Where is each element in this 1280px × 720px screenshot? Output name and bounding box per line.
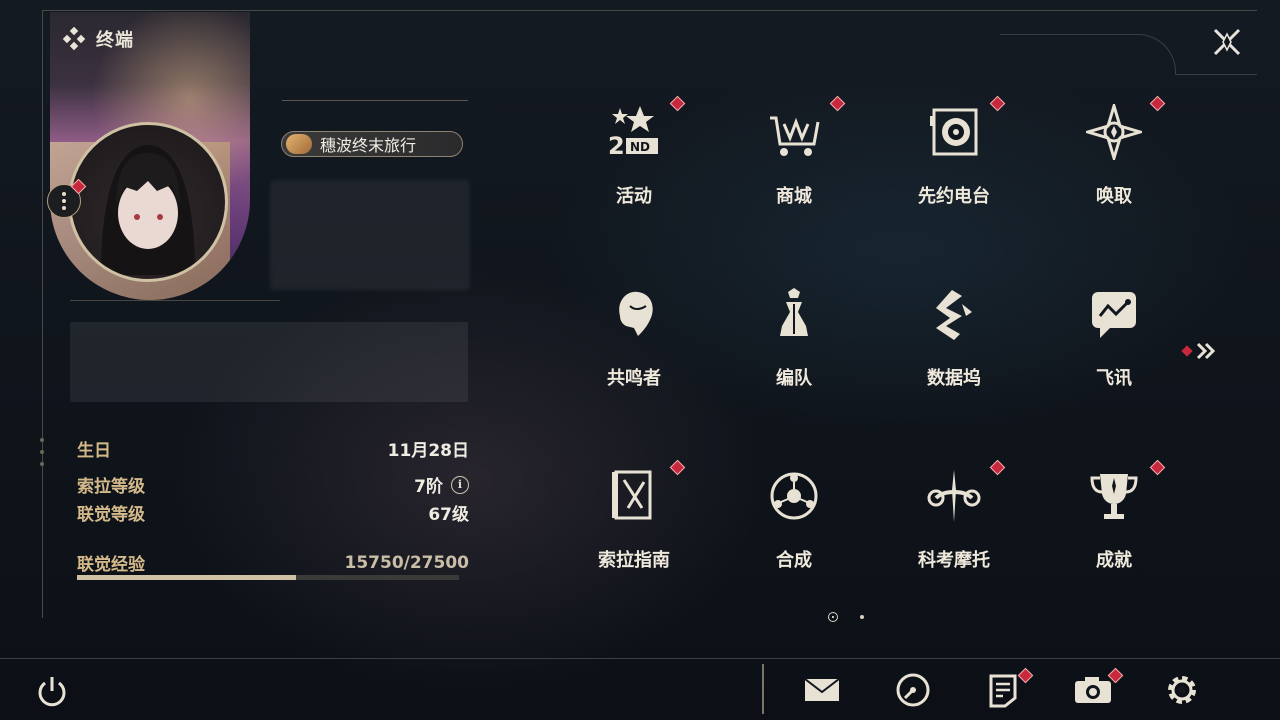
- next-page-button[interactable]: [1180, 340, 1220, 362]
- guide-book-icon: [612, 470, 652, 520]
- union-level-row: 联觉等级 67级: [77, 500, 469, 525]
- close-button[interactable]: [1207, 22, 1247, 62]
- grid-item-convene[interactable]: 唤取: [1054, 92, 1174, 232]
- notice-button[interactable]: [983, 667, 1034, 710]
- compass-star-icon: [1086, 104, 1142, 160]
- frame-top-line: [42, 10, 1257, 11]
- grid-item-team[interactable]: 编队: [734, 274, 854, 414]
- close-icon: [1213, 28, 1241, 56]
- motorbike-icon: [927, 470, 981, 522]
- trophy-icon: [1090, 474, 1138, 519]
- union-exp-row: 联觉经验 15750/27500: [77, 550, 470, 576]
- union-exp-progress-bar: [77, 575, 459, 580]
- notification-dot: [1149, 459, 1166, 476]
- grid-item-data-bank[interactable]: 数据坞: [894, 274, 1014, 414]
- radio-icon: [930, 108, 978, 156]
- player-name-redacted: [270, 180, 470, 290]
- grid-item-label: 飞讯: [1096, 368, 1132, 389]
- grid-item-resonators[interactable]: 共鸣者: [574, 274, 694, 414]
- grid-item-label: 商城: [776, 186, 812, 207]
- birthday-label: 生日: [77, 441, 111, 461]
- grid-item-expedition-moto[interactable]: 科考摩托: [894, 456, 1014, 596]
- divider: [282, 100, 468, 101]
- union-exp-value: 15750/27500: [344, 552, 470, 573]
- svg-text:2: 2: [608, 132, 625, 160]
- camera-button[interactable]: [1073, 667, 1124, 710]
- notification-dot: [829, 95, 846, 112]
- mail-button[interactable]: [802, 670, 842, 710]
- birthday-row: 生日 11月28日: [77, 436, 469, 461]
- grid-item-messages[interactable]: 飞讯: [1054, 274, 1174, 414]
- birthday-value: 11月28日: [387, 441, 469, 461]
- grid-item-shop[interactable]: 商城: [734, 92, 854, 232]
- grid-item-achievements[interactable]: 成就: [1054, 456, 1174, 596]
- page-dot[interactable]: [860, 615, 864, 619]
- grid-item-label: 唤取: [1096, 186, 1132, 207]
- union-level-value: 67级: [428, 505, 469, 525]
- frame-right-line: [1175, 74, 1257, 75]
- history-button[interactable]: [893, 670, 933, 710]
- union-exp-label: 联觉经验: [77, 555, 145, 575]
- notification-dot: [669, 95, 686, 112]
- grid-item-label: 合成: [776, 550, 812, 571]
- sola-level-row: 索拉等级 7阶 i: [77, 472, 469, 497]
- page-title: 终端: [62, 26, 134, 52]
- sola-level-value: 7阶: [414, 477, 443, 497]
- info-icon[interactable]: i: [451, 475, 469, 494]
- signature-redacted: [70, 322, 468, 402]
- double-chevron-right-icon: [1181, 342, 1216, 360]
- power-icon: [38, 677, 66, 707]
- title-badge-text: 穗波终末旅行: [320, 136, 417, 155]
- union-exp-progress-fill: [77, 575, 296, 580]
- chat-message-icon: [1092, 292, 1136, 338]
- frame-ornament: [37, 430, 47, 490]
- divider: [70, 300, 280, 301]
- grid-item-event[interactable]: 2 ND 活动: [574, 92, 694, 232]
- notification-dot: [989, 95, 1006, 112]
- camera-icon: [1075, 677, 1111, 703]
- grid-item-label: 编队: [776, 368, 812, 389]
- grid-item-label: 成就: [1096, 550, 1132, 571]
- page-dot-active[interactable]: [828, 612, 838, 622]
- bottom-divider: [0, 658, 1280, 659]
- shop-cart-icon: [770, 116, 820, 156]
- grid-item-label: 索拉指南: [598, 550, 670, 571]
- clock-icon: [896, 673, 930, 707]
- notification-dot: [989, 459, 1006, 476]
- gear-icon: [1168, 676, 1196, 704]
- data-bank-icon: [936, 290, 972, 340]
- page-title-text: 终端: [96, 30, 134, 51]
- frame-left-line: [42, 10, 43, 618]
- title-badge-icon: [286, 134, 312, 154]
- notification-dot: [669, 459, 686, 476]
- more-vertical-icon: [62, 192, 66, 210]
- diamond-cluster-icon: [62, 27, 86, 51]
- synthesis-icon: [770, 472, 818, 520]
- bottom-separator: [762, 664, 764, 714]
- grid-item-label: 先约电台: [918, 186, 990, 207]
- grid-item-label: 活动: [616, 186, 652, 207]
- svg-text:ND: ND: [630, 140, 650, 154]
- power-button[interactable]: [34, 674, 70, 710]
- character-head-icon: [619, 291, 653, 336]
- grid-item-label: 数据坞: [927, 368, 981, 389]
- grid-item-radio[interactable]: 先约电台: [894, 92, 1014, 232]
- mail-icon: [804, 678, 840, 701]
- chess-team-icon: [780, 288, 808, 336]
- event-2nd-icon: 2 ND: [608, 106, 658, 160]
- sola-level-label: 索拉等级: [77, 477, 145, 497]
- grid-item-sola-guide[interactable]: 索拉指南: [574, 456, 694, 596]
- title-badge[interactable]: 穗波终末旅行: [281, 131, 463, 157]
- grid-item-label: 科考摩托: [918, 550, 990, 571]
- grid-item-label: 共鸣者: [607, 368, 661, 389]
- notice-icon: [989, 674, 1017, 708]
- avatar[interactable]: [68, 122, 228, 282]
- settings-button[interactable]: [1162, 670, 1202, 710]
- grid-item-synthesis[interactable]: 合成: [734, 456, 854, 596]
- union-level-label: 联觉等级: [77, 505, 145, 525]
- notification-dot: [1149, 95, 1166, 112]
- frame-curve: [1000, 34, 1176, 75]
- page-indicator: [828, 612, 864, 622]
